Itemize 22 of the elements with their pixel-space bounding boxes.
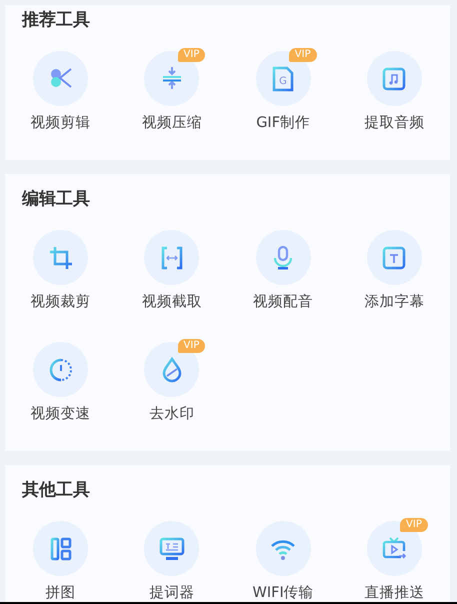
section-title: 其他工具 (22, 479, 91, 501)
vip-badge: VIP (288, 48, 317, 62)
vip-badge: VIP (178, 48, 206, 62)
section-title: 编辑工具 (22, 188, 91, 210)
tool-label[interactable]: 提词器 (149, 584, 194, 602)
tool-label[interactable]: WIFI传输 (252, 584, 314, 602)
tool-label[interactable]: 添加字幕 (364, 293, 424, 311)
tool-label[interactable]: 直播推送 (364, 584, 424, 602)
tool-label[interactable]: 视频变速 (30, 405, 91, 423)
tool-label[interactable]: 视频配音 (253, 293, 314, 311)
tool-label[interactable]: 视频截取 (142, 293, 202, 311)
tool-label[interactable]: GIF制作 (256, 114, 310, 132)
icon-letter: G (279, 76, 287, 86)
tool-label[interactable]: 视频剪辑 (30, 114, 91, 132)
tool-label[interactable]: 视频裁剪 (30, 293, 91, 311)
tool-label[interactable]: 提取音频 (364, 114, 424, 132)
vip-badge: VIP (400, 518, 428, 532)
vip-badge: VIP (178, 339, 206, 353)
tool-label[interactable]: 视频压缩 (142, 114, 202, 132)
tool-label[interactable]: 去水印 (149, 405, 194, 423)
tool-label[interactable]: 拼图 (46, 584, 76, 602)
section-title: 推荐工具 (22, 9, 91, 31)
